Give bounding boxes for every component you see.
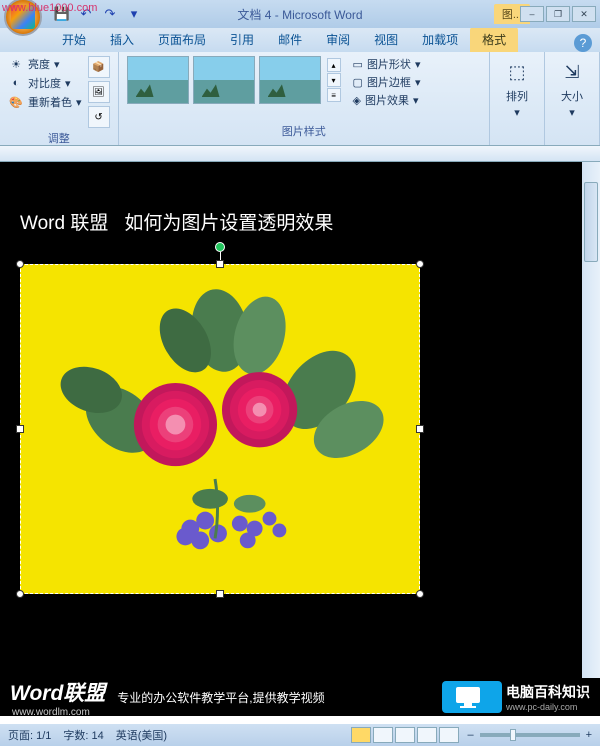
view-draft[interactable] (439, 727, 459, 743)
handle-bl[interactable] (16, 590, 24, 598)
footer-watermark: Word联盟 www.wordlm.com 专业的办公软件教学平台,提供教学视频… (0, 678, 600, 716)
style-thumb-2[interactable] (193, 56, 255, 104)
zoom-thumb[interactable] (510, 729, 516, 741)
handle-tm[interactable] (216, 260, 224, 268)
tab-layout[interactable]: 页面布局 (146, 27, 218, 52)
brand-url: www.wordlm.com (12, 707, 105, 718)
doc-text-2: 如何为图片设置透明效果 (124, 208, 333, 235)
handle-mr[interactable] (416, 425, 424, 433)
document-area[interactable]: Word 联盟 如何为图片设置透明效果 (0, 146, 600, 716)
shape-icon: ▭ (353, 58, 363, 71)
view-print-layout[interactable] (351, 727, 371, 743)
status-page[interactable]: 页面: 1/1 (8, 727, 51, 743)
tab-view[interactable]: 视图 (362, 27, 410, 52)
horizontal-ruler[interactable] (0, 146, 600, 162)
arrange-button[interactable]: ⬚ 排列▾ (498, 56, 536, 121)
doc-text-1: Word 联盟 (20, 208, 108, 235)
group-arrange: ⬚ 排列▾ (490, 52, 545, 145)
handle-bm[interactable] (216, 590, 224, 598)
scroll-thumb[interactable] (584, 182, 598, 262)
brand-logo: Word联盟 (10, 677, 105, 707)
size-button[interactable]: ⇲ 大小▾ (553, 56, 591, 121)
statusbar: 页面: 1/1 字数: 14 英语(美国) ‒ + (0, 724, 600, 746)
handle-ml[interactable] (16, 425, 24, 433)
picture-style-gallery[interactable]: ▴ ▾ ≡ (127, 56, 341, 104)
style-thumb-1[interactable] (127, 56, 189, 104)
pc-daily-text: 电脑百科知识 (506, 682, 590, 702)
gallery-up-icon[interactable]: ▴ (327, 58, 341, 72)
pc-daily-icon (442, 681, 502, 713)
ribbon-tabs: 开始 插入 页面布局 引用 邮件 审阅 视图 加载项 格式 ? (0, 28, 600, 52)
tab-mailings[interactable]: 邮件 (266, 27, 314, 52)
compress-button[interactable]: 📦 (88, 56, 110, 78)
group-size: ⇲ 大小▾ (545, 52, 600, 145)
maximize-button[interactable]: ❐ (546, 6, 570, 22)
tab-format[interactable]: 格式 (470, 27, 518, 52)
tab-addins[interactable]: 加载项 (410, 27, 470, 52)
style-thumb-3[interactable] (259, 56, 321, 104)
group-styles-label: 图片样式 (127, 121, 481, 141)
contrast-button[interactable]: ◐对比度 ▾ (8, 75, 82, 91)
handle-tl[interactable] (16, 260, 24, 268)
arrange-icon: ⬚ (502, 58, 532, 86)
group-adjust-label: 调整 (8, 128, 110, 148)
recolor-icon: 🎨 (8, 94, 24, 110)
rotate-handle[interactable] (215, 242, 225, 252)
pc-daily-url: www.pc-daily.com (506, 702, 590, 712)
help-icon[interactable]: ? (574, 34, 592, 52)
group-picture-styles: ▴ ▾ ≡ ▭ 图片形状 ▾ ▢ 图片边框 ▾ ◈ 图片效果 ▾ 图片样式 (119, 52, 490, 145)
window-title: 文档 4 - Microsoft Word (237, 6, 362, 23)
tab-home[interactable]: 开始 (50, 27, 98, 52)
minimize-button[interactable]: – (520, 6, 544, 22)
handle-br[interactable] (416, 590, 424, 598)
handle-tr[interactable] (416, 260, 424, 268)
group-adjust: ☀亮度 ▾ ◐对比度 ▾ 🎨重新着色 ▾ 📦 🖼 ↺ 调整 (0, 52, 119, 145)
selection-border (20, 264, 420, 594)
zoom-in-button[interactable]: + (586, 729, 592, 741)
view-web-layout[interactable] (395, 727, 415, 743)
tab-references[interactable]: 引用 (218, 27, 266, 52)
change-picture-button[interactable]: 🖼 (88, 81, 110, 103)
zoom-out-button[interactable]: ‒ (467, 729, 473, 741)
brightness-icon: ☀ (8, 56, 24, 72)
picture-shape-button[interactable]: ▭ 图片形状 ▾ (353, 56, 421, 72)
reset-picture-button[interactable]: ↺ (88, 106, 110, 128)
status-words[interactable]: 字数: 14 (63, 727, 103, 743)
selected-image[interactable] (20, 264, 420, 594)
effects-icon: ◈ (353, 94, 361, 107)
tab-review[interactable]: 审阅 (314, 27, 362, 52)
brand-description: 专业的办公软件教学平台,提供教学视频 (117, 689, 324, 706)
size-icon: ⇲ (557, 58, 587, 86)
recolor-button[interactable]: 🎨重新着色 ▾ (8, 94, 82, 110)
picture-effects-button[interactable]: ◈ 图片效果 ▾ (353, 92, 421, 108)
gallery-down-icon[interactable]: ▾ (327, 73, 341, 87)
document-text[interactable]: Word 联盟 如何为图片设置透明效果 (20, 208, 333, 235)
view-full-screen[interactable] (373, 727, 393, 743)
tab-insert[interactable]: 插入 (98, 27, 146, 52)
vertical-scrollbar[interactable] (582, 162, 600, 716)
picture-border-button[interactable]: ▢ 图片边框 ▾ (353, 74, 421, 90)
status-lang[interactable]: 英语(美国) (116, 727, 167, 743)
redo-icon[interactable]: ↷ (100, 4, 120, 24)
close-button[interactable]: ✕ (572, 6, 596, 22)
qat-more-icon[interactable]: ▾ (124, 4, 144, 24)
contrast-icon: ◐ (8, 75, 24, 91)
brightness-button[interactable]: ☀亮度 ▾ (8, 56, 82, 72)
border-icon: ▢ (353, 76, 363, 89)
zoom-slider[interactable] (480, 733, 580, 737)
ribbon: ☀亮度 ▾ ◐对比度 ▾ 🎨重新着色 ▾ 📦 🖼 ↺ 调整 ▴ ▾ ≡ (0, 52, 600, 146)
gallery-more-icon[interactable]: ≡ (327, 88, 341, 102)
view-outline[interactable] (417, 727, 437, 743)
watermark-top: www.blue1000.com (2, 2, 97, 14)
